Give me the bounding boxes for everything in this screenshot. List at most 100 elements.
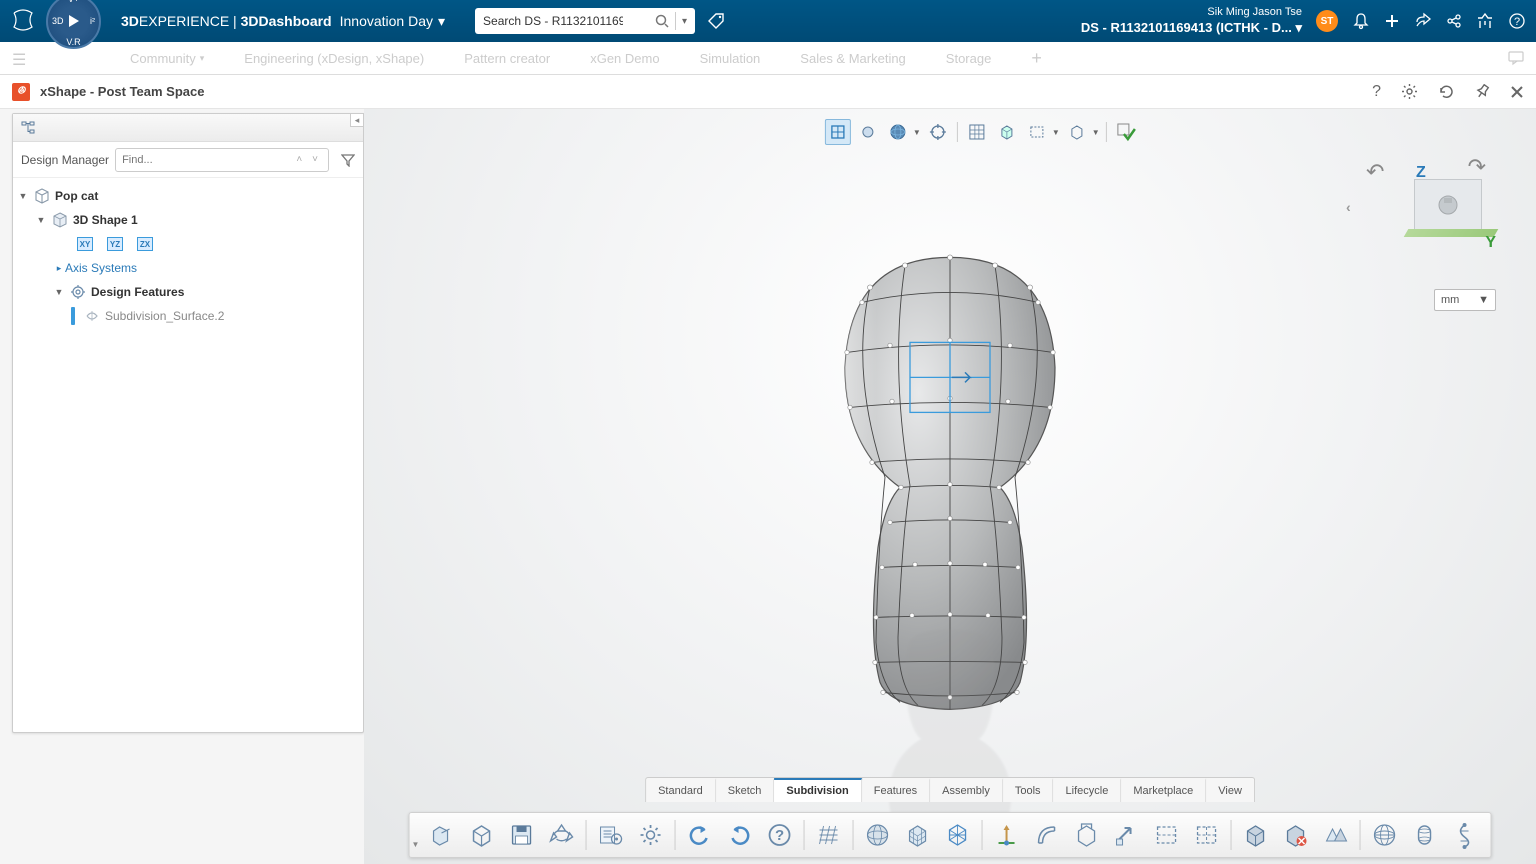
tab-standard[interactable]: Standard — [646, 778, 716, 802]
tab-lifecycle[interactable]: Lifecycle — [1054, 778, 1122, 802]
tree-mode-icon[interactable] — [21, 121, 37, 135]
tag-icon[interactable] — [707, 12, 725, 30]
nav-tab-xgen[interactable]: xGen Demo — [590, 51, 659, 66]
find-prev-icon[interactable]: ˄ — [292, 152, 306, 167]
dashed-box-icon[interactable] — [1148, 817, 1184, 853]
dashed-grid-icon[interactable] — [1188, 817, 1224, 853]
tab-marketplace[interactable]: Marketplace — [1121, 778, 1206, 802]
recycle-icon[interactable] — [543, 817, 579, 853]
solid-icon[interactable] — [1237, 817, 1273, 853]
menu-icon[interactable]: ☰ — [12, 50, 26, 70]
spline-icon[interactable] — [1446, 817, 1482, 853]
tree-root[interactable]: ▼ Pop cat — [17, 184, 359, 208]
tree-subdivision-surface[interactable]: Subdivision_Surface.2 — [17, 304, 359, 328]
config-icon[interactable] — [592, 817, 628, 853]
view-cube[interactable] — [1414, 179, 1482, 231]
unit-selector[interactable]: mm▼ — [1434, 289, 1496, 311]
find-box[interactable]: ˄˅ — [115, 148, 329, 172]
rotate-right-icon[interactable]: ↷ — [1468, 154, 1486, 180]
user-avatar[interactable]: ST — [1316, 10, 1338, 32]
arrow-icon[interactable] — [1108, 817, 1144, 853]
help-icon[interactable]: ? — [1372, 83, 1381, 101]
viewport-3d[interactable]: ▼ ▼ ▼ ↶ ↷ Z ‹ Y mm▼ — [364, 109, 1536, 864]
handle-icon[interactable] — [988, 817, 1024, 853]
filter-icon[interactable] — [341, 153, 355, 167]
sphere-primitive-icon[interactable] — [859, 817, 895, 853]
tree-design-features[interactable]: ▼ Design Features — [17, 280, 359, 304]
bell-icon[interactable] — [1352, 12, 1370, 30]
globe-grid-icon[interactable] — [1366, 817, 1402, 853]
nav-tab-simulation[interactable]: Simulation — [700, 51, 761, 66]
cage-mode-icon[interactable] — [825, 119, 851, 145]
gear-icon[interactable] — [1401, 83, 1418, 100]
cube-select-icon[interactable] — [994, 119, 1020, 145]
tree-planes[interactable]: XY YZ ZX — [17, 232, 359, 256]
sphere-small-icon[interactable] — [855, 119, 881, 145]
add-tab-icon[interactable]: + — [1031, 48, 1042, 69]
nav-tab-sales[interactable]: Sales & Marketing — [800, 51, 906, 66]
undo-icon[interactable] — [681, 817, 717, 853]
axis-prev-icon[interactable]: ‹ — [1346, 199, 1351, 215]
tab-assembly[interactable]: Assembly — [930, 778, 1003, 802]
extrude-icon[interactable] — [1068, 817, 1104, 853]
plus-icon[interactable] — [1384, 13, 1400, 29]
rect-select-icon[interactable] — [1024, 119, 1050, 145]
user-info[interactable]: Sik Ming Jason Tse DS - R1132101169413 (… — [1081, 5, 1302, 36]
dashboard-selector[interactable]: Innovation Day ▾ — [340, 13, 445, 30]
dropdown-icon[interactable]: ▼ — [913, 128, 921, 137]
tab-subdivision[interactable]: Subdivision — [774, 778, 861, 802]
chevron-down-icon[interactable]: ▾ — [682, 16, 687, 27]
gear-icon[interactable] — [632, 817, 668, 853]
nav-tab-community[interactable]: Community ▾ — [130, 51, 204, 66]
find-input[interactable] — [122, 154, 288, 166]
solid-delete-icon[interactable] — [1277, 817, 1313, 853]
plane-zx-icon[interactable]: ZX — [137, 237, 153, 251]
tab-view[interactable]: View — [1206, 778, 1254, 802]
search-box[interactable]: ▾ — [475, 8, 695, 34]
apply-check-icon[interactable] — [1113, 119, 1139, 145]
nav-tab-engineering[interactable]: Engineering (xDesign, xShape) — [244, 51, 424, 66]
help-icon[interactable]: ? — [1508, 12, 1526, 30]
plane-yz-icon[interactable]: YZ — [107, 237, 123, 251]
home-icon[interactable] — [1476, 12, 1494, 30]
find-next-icon[interactable]: ˅ — [308, 152, 322, 167]
package-icon[interactable] — [463, 817, 499, 853]
close-icon[interactable] — [1510, 85, 1524, 99]
chat-icon[interactable] — [1508, 50, 1524, 66]
grid-icon[interactable] — [810, 817, 846, 853]
mesh-icon[interactable] — [939, 817, 975, 853]
dropdown-icon[interactable]: ▼ — [1052, 128, 1060, 137]
share-arrow-icon[interactable] — [1414, 12, 1432, 30]
open-icon[interactable] — [423, 817, 459, 853]
rotate-left-icon[interactable]: ↶ — [1366, 159, 1384, 185]
plane-xy-icon[interactable]: XY — [77, 237, 93, 251]
tree-shape[interactable]: ▼ 3D Shape 1 — [17, 208, 359, 232]
tab-sketch[interactable]: Sketch — [716, 778, 775, 802]
bend-icon[interactable] — [1028, 817, 1064, 853]
brand-logo-icon[interactable] — [10, 7, 38, 35]
dropdown-icon[interactable]: ▼ — [412, 840, 420, 849]
help-icon[interactable]: ? — [761, 817, 797, 853]
panel-collapse-button[interactable]: ◂ — [350, 113, 364, 127]
pin-icon[interactable] — [1475, 84, 1490, 99]
nav-tab-storage[interactable]: Storage — [946, 51, 992, 66]
refresh-icon[interactable] — [1438, 83, 1455, 100]
redo-icon[interactable] — [721, 817, 757, 853]
compass-widget[interactable]: V+ 3D i² V.R — [46, 0, 101, 49]
merge-icon[interactable] — [1317, 817, 1353, 853]
search-icon[interactable] — [655, 14, 669, 28]
target-icon[interactable] — [925, 119, 951, 145]
nav-tab-pattern[interactable]: Pattern creator — [464, 51, 550, 66]
tab-tools[interactable]: Tools — [1003, 778, 1054, 802]
tab-features[interactable]: Features — [862, 778, 930, 802]
view-axis-gizmo[interactable]: ↶ ↷ Z ‹ Y — [1336, 149, 1496, 269]
share-nodes-icon[interactable] — [1446, 13, 1462, 29]
dropdown-icon[interactable]: ▼ — [1092, 128, 1100, 137]
globe-icon[interactable] — [885, 119, 911, 145]
box-icon[interactable] — [1064, 119, 1090, 145]
capsule-icon[interactable] — [1406, 817, 1442, 853]
tree-axis-systems[interactable]: ▸ Axis Systems — [17, 256, 359, 280]
search-input[interactable] — [483, 14, 623, 28]
save-icon[interactable] — [503, 817, 539, 853]
grid-icon[interactable] — [964, 119, 990, 145]
